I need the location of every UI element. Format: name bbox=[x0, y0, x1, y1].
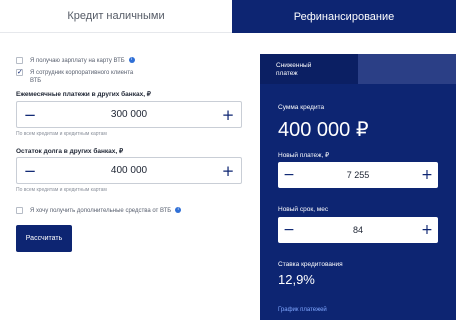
monthly-payments-stepper[interactable]: − 300 000 + bbox=[16, 101, 242, 128]
debt-balance-stepper[interactable]: − 400 000 + bbox=[16, 157, 242, 184]
debt-balance-minus-button[interactable]: − bbox=[17, 158, 43, 183]
payment-schedule-link[interactable]: График платежей bbox=[278, 307, 327, 313]
new-payment-label: Новый платеж, ₽ bbox=[278, 152, 330, 159]
corporate-checkbox[interactable] bbox=[16, 68, 23, 76]
rate-label: Ставка кредитования bbox=[278, 261, 343, 268]
tab-cash-credit[interactable]: Кредит наличными bbox=[0, 0, 232, 33]
calculate-button[interactable]: Рассчитать bbox=[16, 225, 72, 252]
new-payment-plus-button[interactable]: + bbox=[416, 162, 438, 188]
new-payment-stepper[interactable]: − 7 255 + bbox=[278, 162, 438, 188]
corporate-checkbox-row[interactable]: Я сотрудник корпоративного клиента ВТБ bbox=[16, 68, 134, 85]
monthly-payments-hint: По всем кредитам и кредитным картам bbox=[16, 131, 107, 137]
corporate-checkbox-label: Я сотрудник корпоративного клиента ВТБ bbox=[30, 70, 134, 84]
debt-balance-plus-button[interactable]: + bbox=[215, 158, 241, 183]
extra-funds-checkbox-row[interactable]: Я хочу получить дополнительные средства … bbox=[16, 207, 182, 215]
tab-second-mode[interactable] bbox=[358, 54, 456, 84]
debt-balance-label: Остаток долга в других банках, ₽ bbox=[16, 148, 124, 155]
info-icon[interactable]: i bbox=[175, 207, 182, 213]
new-term-value[interactable]: 84 bbox=[300, 217, 416, 243]
tab-refinancing[interactable]: Рефинансирование bbox=[232, 0, 456, 33]
new-payment-value[interactable]: 7 255 bbox=[300, 162, 416, 188]
tab-reduced-payment[interactable]: Сниженный платеж bbox=[260, 54, 358, 84]
extra-funds-checkbox[interactable] bbox=[16, 207, 23, 214]
new-payment-minus-button[interactable]: − bbox=[278, 162, 300, 188]
salary-checkbox-label: Я получаю зарплату на карту ВТБ bbox=[30, 58, 125, 64]
new-term-plus-button[interactable]: + bbox=[416, 217, 438, 243]
refinancing-calculator: Кредит наличными Рефинансирование Я полу… bbox=[0, 0, 456, 320]
rate-value: 12,9% bbox=[278, 272, 315, 287]
credit-sum-label: Сумма кредита bbox=[278, 104, 325, 111]
monthly-payments-plus-button[interactable]: + bbox=[215, 102, 241, 127]
debt-balance-value[interactable]: 400 000 bbox=[43, 158, 215, 183]
new-term-label: Новый срок, мес bbox=[278, 206, 329, 213]
monthly-payments-value[interactable]: 300 000 bbox=[43, 102, 215, 127]
extra-funds-checkbox-label: Я хочу получить дополнительные средства … bbox=[30, 208, 172, 214]
salary-checkbox-row[interactable]: Я получаю зарплату на карту ВТБ i bbox=[16, 57, 135, 65]
debt-balance-hint: По всем кредитам и кредитным картам bbox=[16, 187, 107, 193]
credit-sum-value: 400 000 ₽ bbox=[278, 119, 369, 141]
monthly-payments-label: Ежемесячные платежи в других банках, ₽ bbox=[16, 91, 151, 98]
new-term-stepper[interactable]: − 84 + bbox=[278, 217, 438, 243]
monthly-payments-minus-button[interactable]: − bbox=[17, 102, 43, 127]
new-term-minus-button[interactable]: − bbox=[278, 217, 300, 243]
info-icon[interactable]: i bbox=[128, 57, 135, 63]
salary-checkbox[interactable] bbox=[16, 57, 23, 64]
